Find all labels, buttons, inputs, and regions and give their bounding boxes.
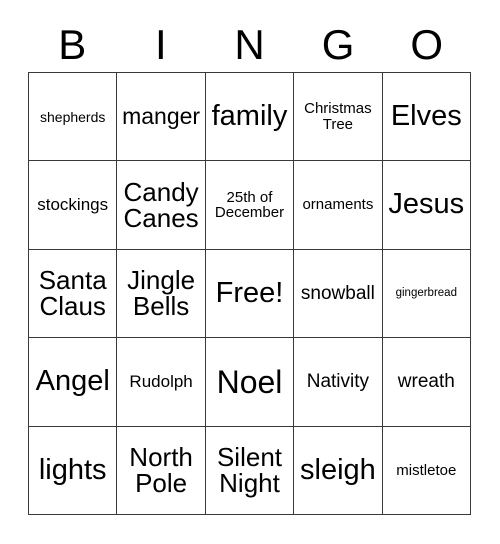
- bingo-cell-r2c2[interactable]: Candy Canes: [117, 161, 206, 250]
- bingo-cell-r3c1[interactable]: Santa Claus: [29, 249, 118, 339]
- bingo-cell-label: manger: [122, 102, 201, 129]
- bingo-cell-r3c5[interactable]: gingerbread: [382, 249, 471, 339]
- bingo-header: B I N G O: [28, 18, 471, 72]
- bingo-cell-label: shepherds: [40, 108, 106, 125]
- bingo-cell-label: Elves: [390, 99, 462, 132]
- bingo-cell-r1c2[interactable]: manger: [117, 73, 206, 162]
- bingo-cell-label: Nativity: [306, 371, 370, 393]
- bingo-cell-label: ornaments: [302, 196, 374, 214]
- bingo-cell-label: sleigh: [300, 453, 376, 486]
- bingo-cell-r5c4[interactable]: sleigh: [294, 426, 383, 515]
- bingo-cell-label: 25th of December: [214, 188, 285, 222]
- bingo-cell-label: North Pole: [129, 441, 193, 499]
- bingo-cell-label: family: [211, 99, 288, 132]
- bingo-cell-r4c2[interactable]: Rudolph: [117, 338, 206, 427]
- bingo-cell-r4c3[interactable]: Noel: [205, 338, 295, 427]
- bingo-cell-r4c1[interactable]: Angel: [29, 338, 118, 427]
- bingo-cell-label: Jingle Bells: [127, 264, 196, 322]
- bingo-cell-label: Jesus: [388, 188, 465, 221]
- bingo-cell-label: Silent Night: [216, 441, 283, 499]
- bingo-cell-label: Santa Claus: [38, 264, 107, 322]
- bingo-cell-label: Angel: [35, 365, 110, 398]
- bingo-cell-label: Rudolph: [129, 372, 193, 392]
- bingo-cell-free-space[interactable]: Free!: [205, 249, 295, 339]
- bingo-cell-r5c5[interactable]: mistletoe: [382, 426, 471, 515]
- bingo-cell-label: stockings: [37, 195, 109, 215]
- bingo-cell-r4c5[interactable]: wreath: [382, 338, 471, 427]
- bingo-cell-label: mistletoe: [396, 461, 457, 479]
- bingo-cell-label: lights: [38, 453, 107, 486]
- bingo-cell-label: Christmas Tree: [304, 100, 372, 133]
- header-letter-g: G: [321, 21, 355, 68]
- header-letter-i: I: [155, 21, 167, 68]
- header-letter-o: O: [410, 21, 443, 68]
- bingo-cell-r2c3[interactable]: 25th of December: [205, 161, 295, 250]
- bingo-cell-r1c1[interactable]: shepherds: [29, 73, 118, 162]
- bingo-cell-label: gingerbread: [395, 286, 457, 299]
- bingo-cell-r3c2[interactable]: Jingle Bells: [117, 249, 206, 339]
- bingo-cell-r1c3[interactable]: family: [205, 73, 295, 162]
- header-letter-b: B: [58, 21, 87, 68]
- bingo-cell-r5c1[interactable]: lights: [29, 426, 118, 515]
- bingo-cell-label: Noel: [216, 363, 283, 400]
- bingo-cell-r4c4[interactable]: Nativity: [294, 338, 383, 427]
- bingo-cell-label: Candy Canes: [123, 176, 199, 234]
- bingo-cell-r2c4[interactable]: ornaments: [294, 161, 383, 250]
- bingo-cell-r5c3[interactable]: Silent Night: [205, 426, 295, 515]
- bingo-cell-r2c5[interactable]: Jesus: [382, 161, 471, 250]
- free-space-label: Free!: [215, 276, 284, 309]
- bingo-cell-r3c4[interactable]: snowball: [294, 249, 383, 339]
- bingo-grid: shepherds manger family Christmas Tree E…: [28, 72, 471, 515]
- bingo-cell-r1c5[interactable]: Elves: [382, 73, 471, 162]
- bingo-cell-r1c4[interactable]: Christmas Tree: [294, 73, 383, 162]
- bingo-cell-r2c1[interactable]: stockings: [29, 161, 118, 250]
- bingo-cell-label: snowball: [300, 282, 375, 304]
- bingo-cell-r5c2[interactable]: North Pole: [117, 426, 206, 515]
- header-letter-n: N: [234, 21, 265, 68]
- bingo-card: B I N G O shepherds manger family Christ…: [0, 0, 500, 544]
- bingo-cell-label: wreath: [397, 371, 455, 393]
